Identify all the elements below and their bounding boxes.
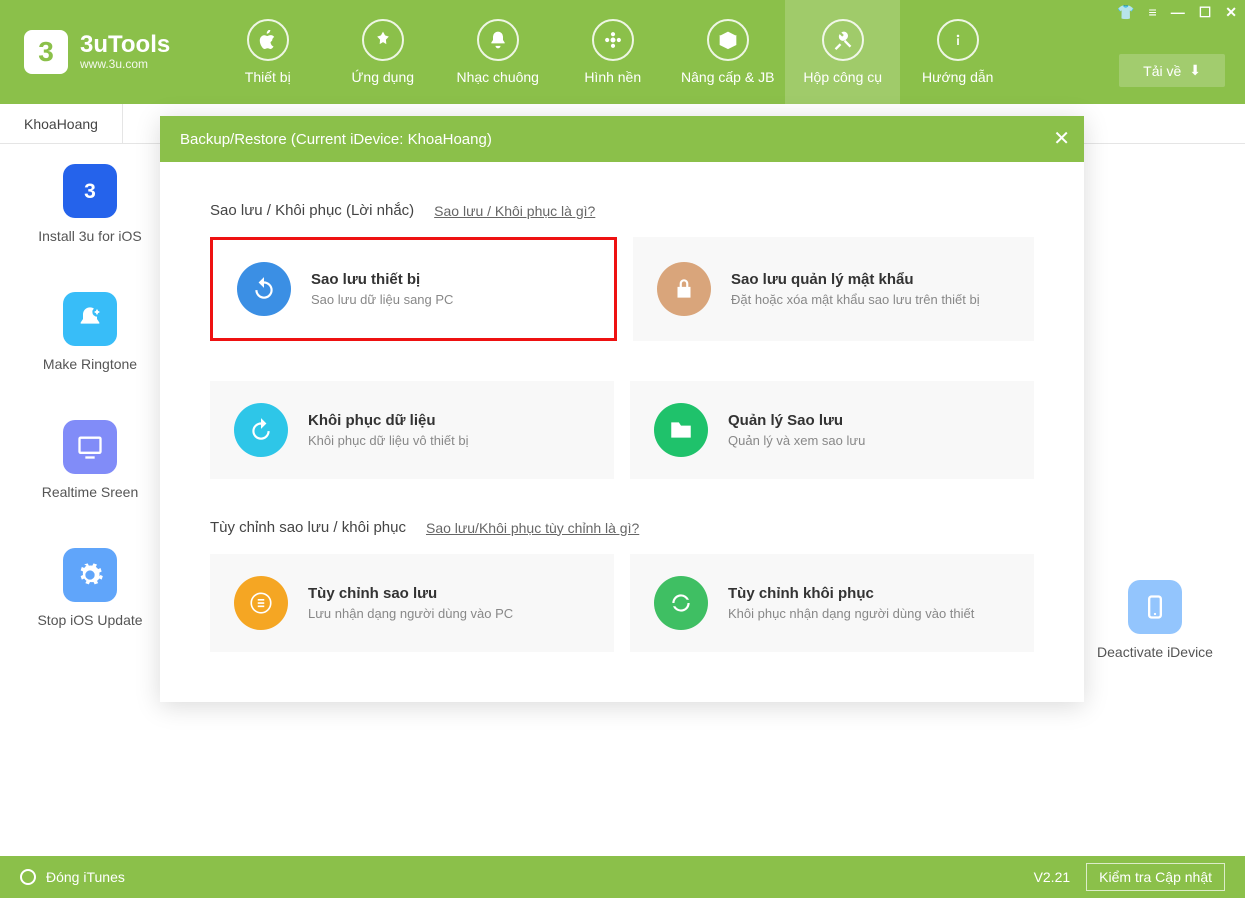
window-controls: 👕 ≡ — ☐ ✕ [1117, 4, 1237, 21]
list-rotate-icon [234, 576, 288, 630]
version-label: V2.21 [1034, 869, 1071, 885]
card-custom-restore[interactable]: Tùy chỉnh khôi phục Khôi phục nhận dạng … [630, 554, 1034, 652]
card-restore-data[interactable]: Khôi phục dữ liệu Khôi phục dữ liệu vô t… [210, 381, 614, 479]
tool-stop-update[interactable]: Stop iOS Update [0, 548, 180, 628]
tool-ringtone[interactable]: Make Ringtone [0, 292, 180, 372]
nav-label: Nhạc chuông [456, 69, 539, 85]
card-custom-backup[interactable]: Tùy chỉnh sao lưu Lưu nhận dạng người dù… [210, 554, 614, 652]
circle-icon [20, 869, 36, 885]
card-title: Khôi phục dữ liệu [308, 412, 468, 429]
nav-label: Nâng cấp & JB [681, 69, 774, 85]
minimize-button[interactable]: — [1171, 4, 1185, 21]
menu-icon[interactable]: ≡ [1149, 4, 1157, 21]
flower-icon [592, 19, 634, 61]
check-update-button[interactable]: Kiểm tra Cập nhật [1086, 863, 1225, 891]
tools-icon [822, 19, 864, 61]
tool-realtime-screen[interactable]: Realtime Sreen [0, 420, 180, 500]
appstore-icon [362, 19, 404, 61]
card-desc: Khôi phục dữ liệu vô thiết bị [308, 433, 468, 448]
box-icon [707, 19, 749, 61]
nav-ringtone[interactable]: Nhạc chuông [440, 0, 555, 104]
nav-apps[interactable]: Ứng dụng [325, 0, 440, 104]
rotate-right-icon [234, 403, 288, 457]
footer-itunes-label: Đóng iTunes [46, 869, 125, 885]
tool-install-3u[interactable]: 3 Install 3u for iOS [0, 164, 180, 244]
app-header: 3 3uTools www.3u.com Thiết bị Ứng dụng N… [0, 0, 1245, 104]
tool-label: Deactivate iDevice [1097, 644, 1213, 660]
bell-plus-icon [63, 292, 117, 346]
tool-deactivate[interactable]: Deactivate iDevice [1065, 580, 1245, 660]
card-desc: Lưu nhận dạng người dùng vào PC [308, 606, 513, 621]
rotate-left-icon [237, 262, 291, 316]
modal-title: Backup/Restore (Current iDevice: KhoaHoa… [180, 131, 492, 148]
card-desc: Khôi phục nhận dạng người dùng vào thiết [728, 606, 974, 621]
main-nav: Thiết bị Ứng dụng Nhạc chuông Hình nền N… [210, 0, 1015, 104]
app-site: www.3u.com [80, 57, 170, 71]
card-title: Sao lưu thiết bị [311, 271, 453, 288]
tool-label: Stop iOS Update [37, 612, 142, 628]
card-title: Quản lý Sao lưu [728, 412, 865, 429]
nav-label: Hình nền [584, 69, 641, 85]
nav-wallpaper[interactable]: Hình nền [555, 0, 670, 104]
nav-label: Ứng dụng [351, 69, 414, 85]
section-help-link[interactable]: Sao lưu/Khôi phục tùy chỉnh là gì? [426, 520, 639, 536]
section-label: Sao lưu / Khôi phục (Lời nhắc) [210, 202, 414, 219]
card-desc: Sao lưu dữ liệu sang PC [311, 292, 453, 307]
refresh-icon [654, 576, 708, 630]
apple-icon [247, 19, 289, 61]
tool-label: Realtime Sreen [42, 484, 139, 500]
logo: 3 3uTools www.3u.com [24, 30, 170, 74]
info-icon [937, 19, 979, 61]
card-title: Tùy chỉnh sao lưu [308, 585, 513, 602]
section-custom: Tùy chỉnh sao lưu / khôi phục Sao lưu/Kh… [210, 519, 1034, 536]
folder-icon [654, 403, 708, 457]
card-desc: Quản lý và xem sao lưu [728, 433, 865, 448]
badge-3-icon: 3 [63, 164, 117, 218]
nav-label: Hướng dẫn [922, 69, 993, 85]
status-bar: Đóng iTunes V2.21 Kiểm tra Cập nhật [0, 856, 1245, 898]
nav-flash[interactable]: Nâng cấp & JB [670, 0, 785, 104]
maximize-button[interactable]: ☐ [1199, 4, 1212, 21]
card-title: Tùy chỉnh khôi phục [728, 585, 974, 602]
modal-close-button[interactable]: ✕ [1053, 126, 1070, 151]
logo-badge: 3 [24, 30, 68, 74]
nav-tutorial[interactable]: Hướng dẫn [900, 0, 1015, 104]
download-label: Tải về [1143, 63, 1181, 79]
nav-device[interactable]: Thiết bị [210, 0, 325, 104]
modal-header: Backup/Restore (Current iDevice: KhoaHoa… [160, 116, 1084, 162]
close-button[interactable]: ✕ [1225, 4, 1237, 21]
section-help-link[interactable]: Sao lưu / Khôi phục là gì? [434, 203, 595, 219]
download-icon: ⬇ [1189, 62, 1201, 79]
card-desc: Đặt hoặc xóa mật khẩu sao lưu trên thiết… [731, 292, 980, 307]
svg-text:3: 3 [84, 180, 96, 203]
backup-restore-modal: Backup/Restore (Current iDevice: KhoaHoa… [160, 116, 1084, 702]
device-tab[interactable]: KhoaHoang [0, 104, 123, 143]
tool-label: Make Ringtone [43, 356, 137, 372]
app-title: 3uTools [80, 33, 170, 57]
lock-icon [657, 262, 711, 316]
download-button[interactable]: Tải về ⬇ [1119, 54, 1225, 87]
gear-icon [63, 548, 117, 602]
section-backup-restore: Sao lưu / Khôi phục (Lời nhắc) Sao lưu /… [210, 202, 1034, 219]
tool-label: Install 3u for iOS [38, 228, 142, 244]
nav-label: Thiết bị [245, 69, 291, 85]
card-backup-device[interactable]: Sao lưu thiết bị Sao lưu dữ liệu sang PC [210, 237, 617, 341]
monitor-icon [63, 420, 117, 474]
section-label: Tùy chỉnh sao lưu / khôi phục [210, 519, 406, 536]
nav-label: Hộp công cụ [803, 69, 882, 85]
shirt-icon[interactable]: 👕 [1117, 4, 1134, 21]
nav-toolbox[interactable]: Hộp công cụ [785, 0, 900, 104]
card-manage-backup[interactable]: Quản lý Sao lưu Quản lý và xem sao lưu [630, 381, 1034, 479]
phone-icon [1128, 580, 1182, 634]
card-backup-password[interactable]: Sao lưu quản lý mật khẩu Đặt hoặc xóa mậ… [633, 237, 1034, 341]
tools-left: 3 Install 3u for iOS Make Ringtone Realt… [0, 164, 180, 676]
tools-right: Deactivate iDevice [1065, 580, 1245, 708]
card-title: Sao lưu quản lý mật khẩu [731, 271, 980, 288]
bell-icon [477, 19, 519, 61]
close-itunes-button[interactable]: Đóng iTunes [20, 869, 125, 885]
